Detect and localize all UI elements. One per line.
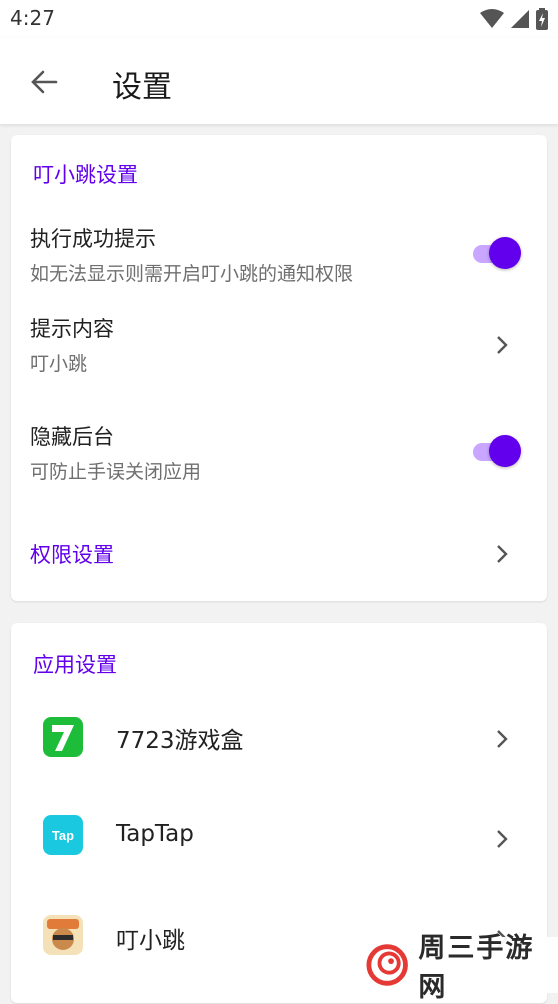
- success-tip-title: 执行成功提示: [30, 227, 156, 251]
- page-title: 设置: [112, 70, 172, 105]
- status-bar: 4:27: [0, 0, 558, 38]
- app-icon-dingxiaotiao: [43, 915, 83, 955]
- success-tip-row[interactable]: 执行成功提示 如无法显示则需开启叮小跳的通知权限: [11, 213, 547, 293]
- permission-settings-row[interactable]: 权限设置: [11, 523, 547, 583]
- app-name: 叮小跳: [116, 928, 185, 954]
- hide-background-title: 隐藏后台: [30, 425, 114, 449]
- chevron-right-icon: [497, 730, 508, 748]
- watermark: 周三手游网: [358, 933, 558, 1003]
- app-name: TapTap: [116, 821, 194, 847]
- wifi-icon: [480, 9, 504, 28]
- tip-content-row[interactable]: 提示内容 叮小跳: [11, 303, 547, 383]
- app-name: 7723游戏盒: [116, 728, 244, 754]
- toggle-thumb: [489, 237, 521, 269]
- chevron-right-icon: [497, 545, 508, 563]
- watermark-text: 周三手游网: [418, 933, 535, 1003]
- status-time: 4:27: [10, 6, 55, 30]
- section-title-app-settings: 应用设置: [33, 653, 117, 677]
- app-icon-taptap: Tap: [43, 815, 83, 855]
- arrow-left-icon: [31, 70, 58, 94]
- tip-content-title: 提示内容: [30, 317, 114, 341]
- app-row-7723[interactable]: 7723游戏盒: [11, 699, 547, 779]
- hide-background-toggle[interactable]: [471, 435, 523, 467]
- hide-background-subtitle: 可防止手误关闭应用: [30, 461, 202, 483]
- hide-background-row[interactable]: 隐藏后台 可防止手误关闭应用: [11, 411, 547, 491]
- battery-icon: [536, 8, 548, 30]
- signal-icon: [511, 10, 529, 28]
- toggle-thumb: [489, 435, 521, 467]
- chevron-right-icon: [497, 336, 508, 354]
- status-icons: [480, 8, 548, 30]
- watermark-logo-icon: [366, 944, 408, 986]
- app-row-taptap[interactable]: Tap TapTap: [11, 799, 547, 879]
- app-icon-7723: [43, 717, 83, 757]
- section-title-dingxiaotiao: 叮小跳设置: [33, 163, 138, 187]
- chevron-right-icon: [497, 830, 508, 848]
- back-button[interactable]: [24, 62, 64, 102]
- dingxiaotiao-settings-card: 叮小跳设置 执行成功提示 如无法显示则需开启叮小跳的通知权限 提示内容 叮小跳 …: [11, 135, 547, 601]
- tip-content-value: 叮小跳: [30, 353, 88, 375]
- success-tip-subtitle: 如无法显示则需开启叮小跳的通知权限: [30, 263, 354, 285]
- permission-settings-title: 权限设置: [30, 543, 114, 567]
- app-bar: 设置: [0, 38, 558, 125]
- success-tip-toggle[interactable]: [471, 237, 523, 269]
- taptap-logo-text: Tap: [51, 827, 75, 843]
